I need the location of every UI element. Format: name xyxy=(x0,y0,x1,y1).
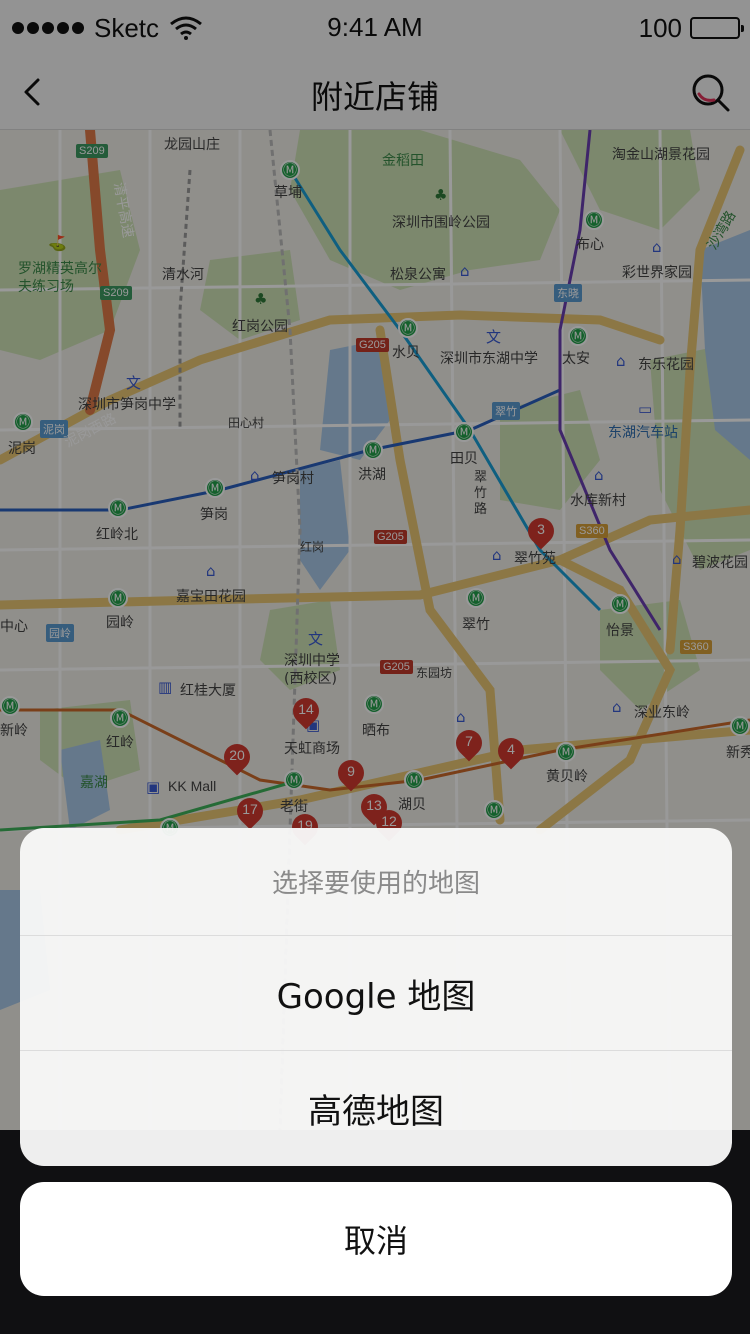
amap-option[interactable]: 高德地图 xyxy=(20,1051,732,1166)
cancel-button[interactable]: 取消 xyxy=(20,1182,732,1296)
screen: ♣ ♣ ⛳ ⌂ ⌂ ⌂ ⌂ ⌂ ⌂ ⌂ ⌂ ⌂ ⌂ ▥ ▣ ▣ 文 文 文 ▭ … xyxy=(0,0,750,1334)
google-maps-option[interactable]: Google 地图 xyxy=(20,936,732,1051)
map-chooser-sheet: 选择要使用的地图 Google 地图 高德地图 xyxy=(20,828,732,1166)
sheet-title: 选择要使用的地图 xyxy=(20,828,732,936)
